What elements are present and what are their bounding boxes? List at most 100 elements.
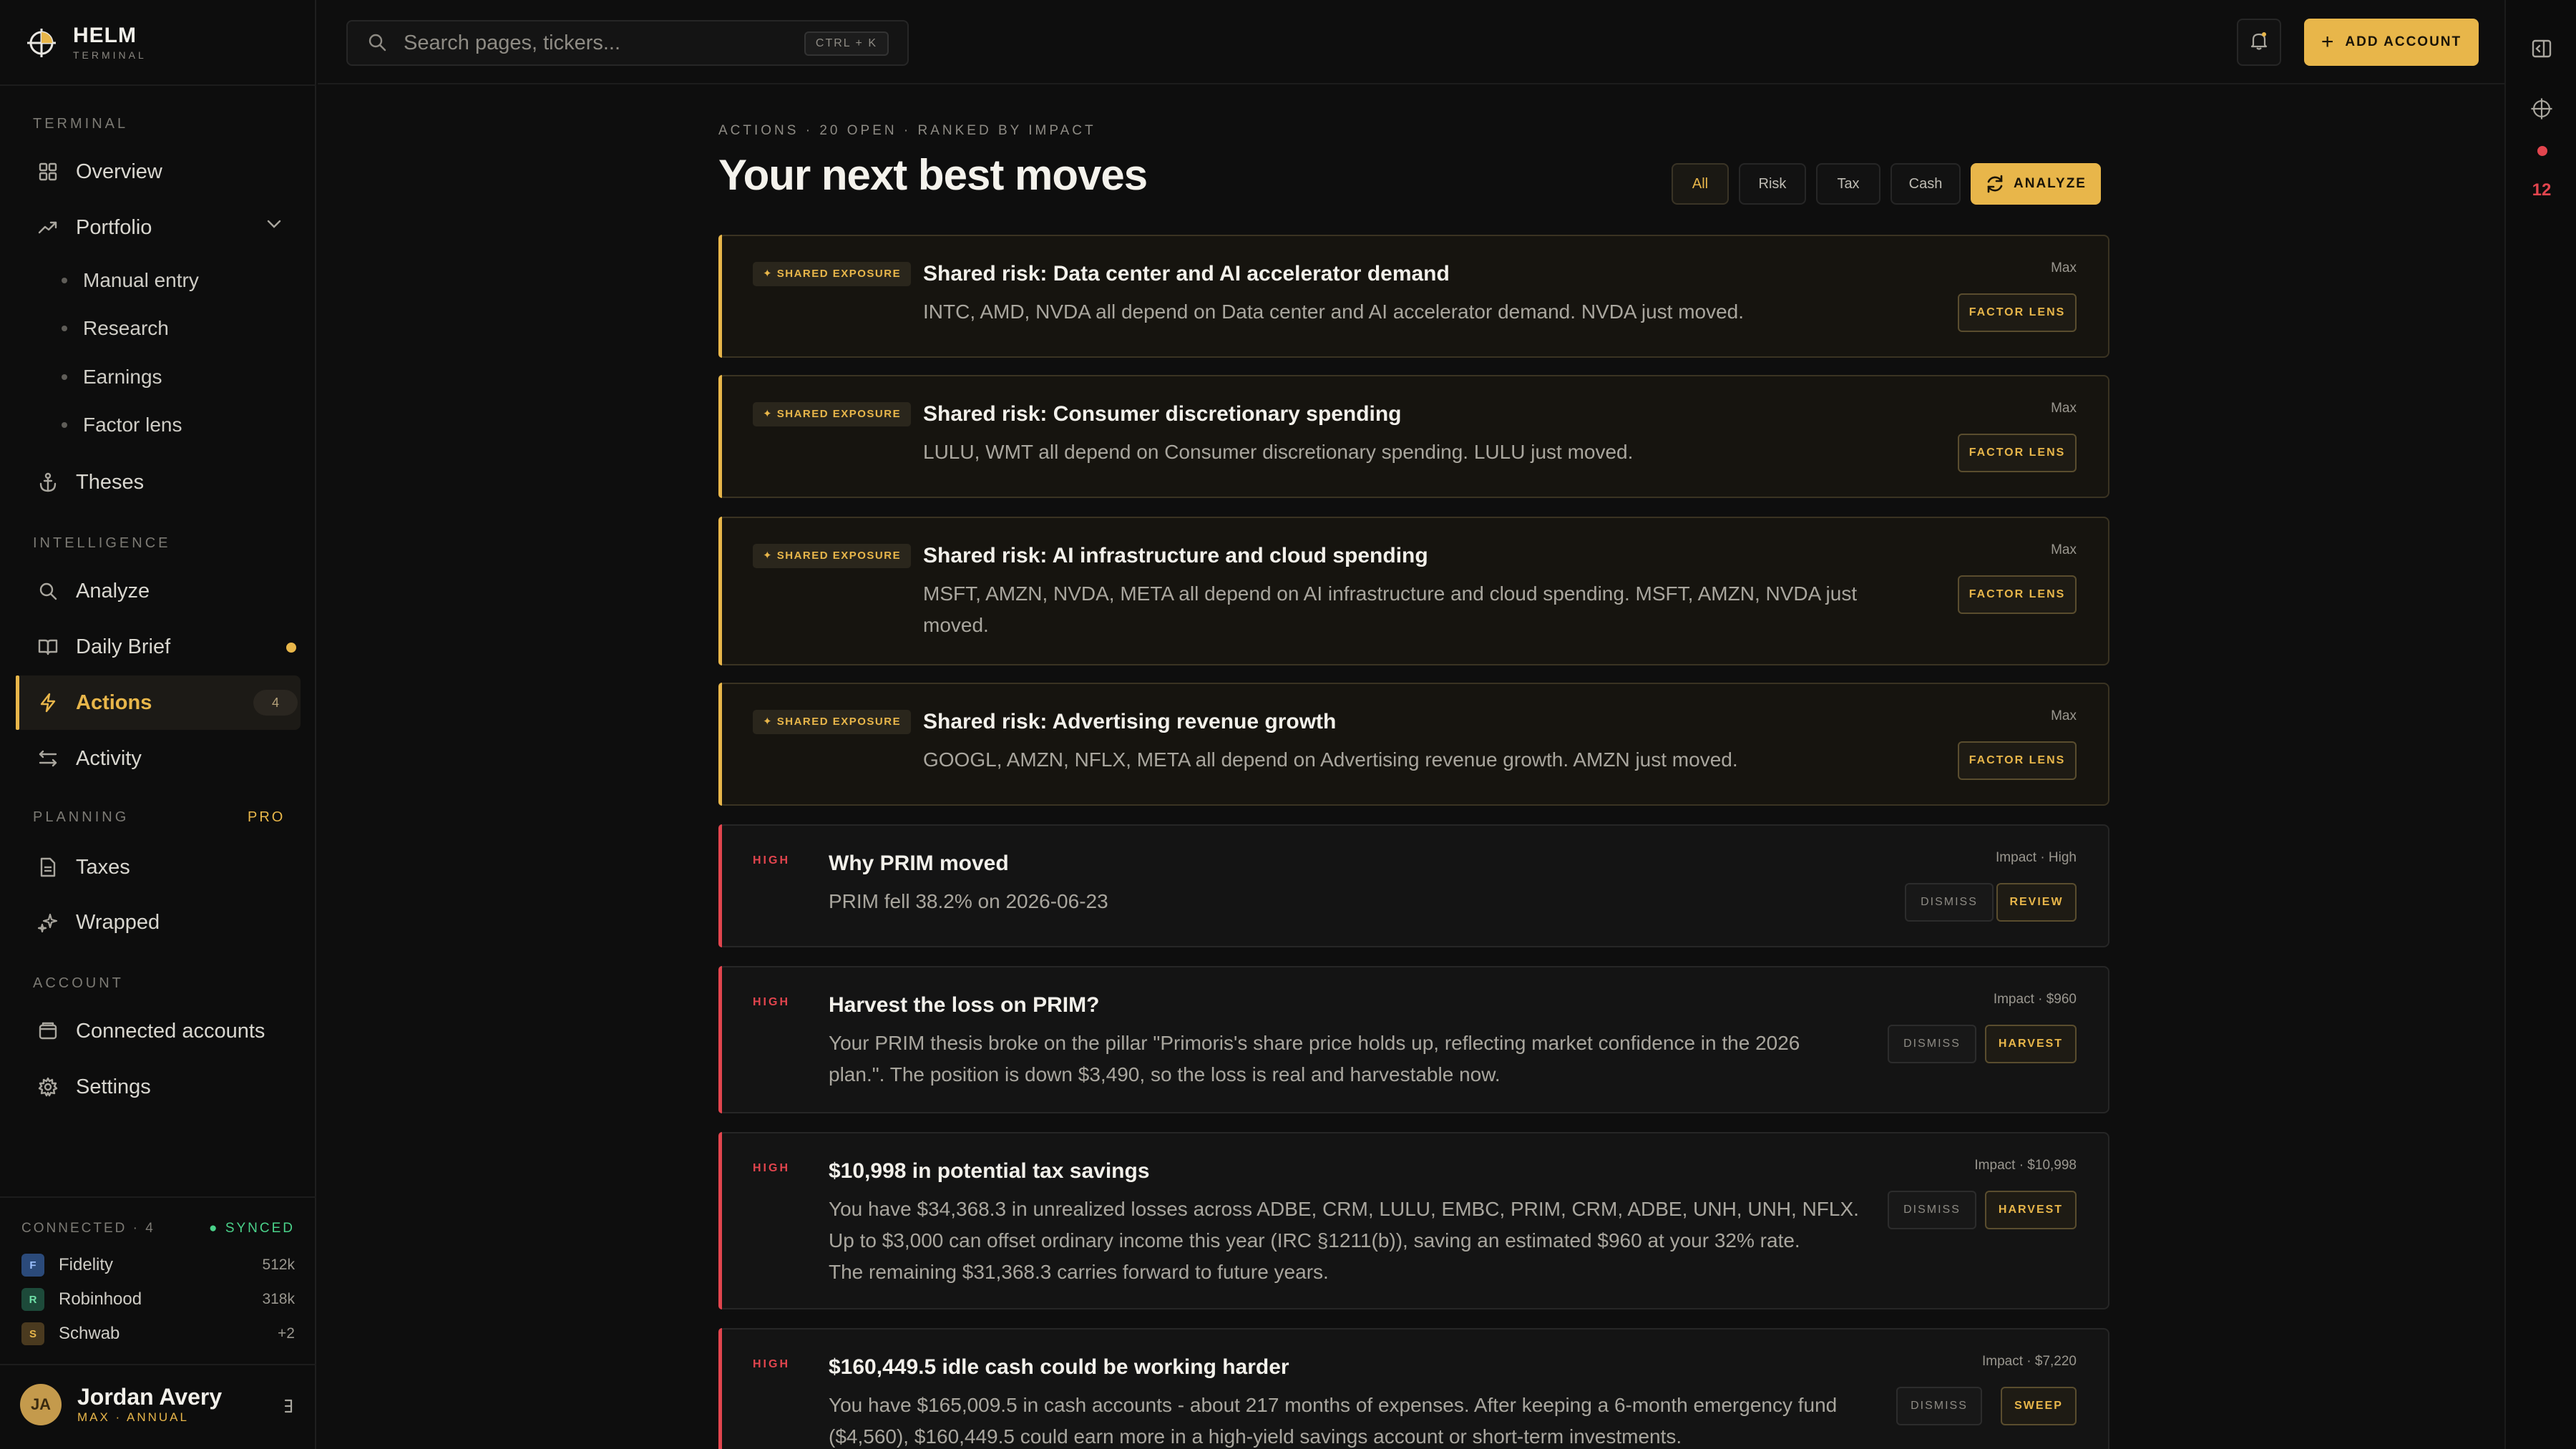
priority-tag: HIGH (753, 854, 790, 867)
account-name: Schwab (59, 1324, 120, 1343)
search-input[interactable]: Search pages, tickers... CTRL + K (346, 20, 909, 66)
sidebar-item-label: Settings (76, 1075, 151, 1098)
harvest-button[interactable]: HARVEST (1985, 1191, 2077, 1229)
sidebar-item-label: Wrapped (76, 910, 160, 934)
sidebar-item-wrapped[interactable]: Wrapped (16, 895, 301, 950)
factor-lens-button[interactable]: FACTOR LENS (1958, 293, 2077, 332)
impact-label: Max (2051, 542, 2077, 557)
panel-toggle-icon[interactable] (2530, 37, 2553, 60)
card-body-line: You have $34,368.3 in unrealized losses … (829, 1198, 1859, 1220)
impact-label: Impact · $7,220 (1981, 1354, 2077, 1369)
alert-count: 12 (2532, 180, 2552, 200)
gear-icon (37, 1076, 59, 1098)
action-card[interactable]: HIGH $10,998 in potential tax savings Yo… (718, 1132, 2109, 1309)
card-body-line: Your PRIM thesis broke on the pillar "Pr… (829, 1032, 1800, 1054)
filter-bar: All Risk Tax Cash ANALYZE (1672, 163, 2101, 205)
action-card[interactable]: HIGH Why PRIM moved PRIM fell 38.2% on 2… (718, 824, 2109, 947)
user-name: Jordan Avery (77, 1384, 223, 1410)
card-body: MSFT, AMZN, NVDA, META all depend on AI … (923, 578, 1857, 641)
analyze-button[interactable]: ANALYZE (1971, 163, 2101, 205)
sidebar-item-analyze[interactable]: Analyze (16, 564, 301, 618)
card-body-line: The remaining $31,368.3 carries forward … (829, 1261, 1329, 1283)
priority-tag: HIGH (753, 996, 790, 1008)
harvest-button[interactable]: HARVEST (1985, 1025, 2077, 1063)
sweep-button[interactable]: SWEEP (2001, 1387, 2077, 1425)
filter-tax[interactable]: Tax (1816, 163, 1880, 205)
sidebar-item-overview[interactable]: Overview (16, 145, 301, 199)
dismiss-button[interactable]: DISMISS (1905, 883, 1994, 922)
helm-logo-icon[interactable] (2530, 97, 2553, 120)
action-card[interactable]: ✦ SHARED EXPOSURE Shared risk: Consumer … (718, 375, 2109, 498)
action-card[interactable]: ✦ SHARED EXPOSURE Shared risk: AI infras… (718, 517, 2109, 665)
sidebar-subitem-factor-lens[interactable]: Factor lens (62, 414, 182, 436)
filter-all[interactable]: All (1672, 163, 1729, 205)
sidebar-item-label: Connected accounts (76, 1019, 265, 1043)
brand-name: HELM (73, 24, 137, 47)
brand[interactable]: HELM TERMINAL (26, 21, 147, 64)
filter-cash[interactable]: Cash (1890, 163, 1961, 205)
sidebar-item-label: Portfolio (76, 215, 152, 239)
card-title: Why PRIM moved (829, 852, 1009, 875)
sidebar-item-actions[interactable]: Actions 4 (16, 675, 301, 730)
sidebar-subitem-earnings[interactable]: Earnings (62, 366, 162, 389)
impact-label: Max (2051, 401, 2077, 416)
refresh-icon (1987, 175, 2003, 193)
account-row-fidelity[interactable]: F Fidelity 512k (21, 1253, 295, 1277)
dismiss-button[interactable]: DISMISS (1888, 1191, 1976, 1229)
keyboard-shortcut: CTRL + K (804, 31, 889, 56)
user-plan: MAX · ANNUAL (77, 1410, 189, 1424)
card-body: PRIM fell 38.2% on 2026-06-23 (829, 890, 1108, 912)
add-account-button[interactable]: + ADD ACCOUNT (2304, 19, 2479, 66)
action-card[interactable]: HIGH $160,449.5 idle cash could be worki… (718, 1328, 2109, 1449)
card-body-line: You have $165,009.5 in cash accounts - a… (829, 1394, 1838, 1416)
search-icon (37, 580, 59, 602)
sidebar-item-connected-accounts[interactable]: Connected accounts (16, 1004, 301, 1058)
sync-status-label: SYNCED (225, 1221, 295, 1236)
sidebar-item-portfolio[interactable]: Portfolio (16, 200, 301, 255)
card-title: Harvest the loss on PRIM? (829, 993, 1100, 1017)
sidebar-subitem-label: Research (83, 317, 169, 339)
impact-label: Impact · $10,998 (1974, 1158, 2077, 1173)
sidebar-item-daily-brief[interactable]: Daily Brief (16, 620, 301, 674)
notifications-button[interactable] (2237, 19, 2281, 66)
factor-lens-button[interactable]: FACTOR LENS (1958, 741, 2077, 780)
unread-dot (286, 643, 296, 653)
review-button[interactable]: REVIEW (1996, 883, 2077, 922)
card-body: INTC, AMD, NVDA all depend on Data cente… (923, 301, 1745, 323)
sidebar-item-theses[interactable]: Theses (16, 455, 301, 509)
user-menu-icon[interactable] (283, 1397, 293, 1415)
impact-label: Impact · High (1996, 850, 2077, 865)
card-body-line: Up to $3,000 can offset ordinary income … (829, 1229, 1800, 1252)
sidebar-item-settings[interactable]: Settings (16, 1060, 301, 1114)
user-profile[interactable]: JA Jordan Avery MAX · ANNUAL (20, 1384, 222, 1425)
wallet-icon (37, 1020, 59, 1042)
card-title: Shared risk: AI infrastructure and cloud… (923, 544, 1428, 567)
sidebar-item-label: Actions (76, 691, 152, 714)
factor-lens-button[interactable]: FACTOR LENS (1958, 575, 2077, 614)
dismiss-button[interactable]: DISMISS (1888, 1025, 1976, 1063)
sidebar-subitem-research[interactable]: Research (62, 317, 169, 340)
sidebar-item-activity[interactable]: Activity (16, 731, 301, 786)
action-card[interactable]: ✦ SHARED EXPOSURE Shared risk: Advertisi… (718, 683, 2109, 806)
impact-label: Max (2051, 260, 2077, 275)
lightning-icon (37, 692, 59, 713)
sidebar: HELM TERMINAL TERMINAL Overview Portfoli… (0, 0, 316, 1449)
sidebar-subitem-label: Manual entry (83, 269, 199, 291)
action-card[interactable]: ✦ SHARED EXPOSURE Shared risk: Data cent… (718, 235, 2109, 358)
sidebar-item-label: Overview (76, 160, 162, 183)
action-card[interactable]: HIGH Harvest the loss on PRIM? Your PRIM… (718, 966, 2109, 1113)
connected-label: CONNECTED · 4 (21, 1221, 155, 1236)
chevron-down-icon[interactable] (266, 219, 282, 233)
account-row-robinhood[interactable]: R Robinhood 318k (21, 1287, 295, 1312)
actions-count-badge: 4 (253, 690, 298, 716)
factor-lens-button[interactable]: FACTOR LENS (1958, 434, 2077, 472)
card-title: $160,449.5 idle cash could be working ha… (829, 1355, 1289, 1379)
filter-risk[interactable]: Risk (1739, 163, 1806, 205)
dismiss-button[interactable]: DISMISS (1896, 1387, 1982, 1425)
sidebar-item-taxes[interactable]: Taxes (16, 840, 301, 894)
sidebar-item-label: Daily Brief (76, 635, 171, 658)
card-title: $10,998 in potential tax savings (829, 1159, 1150, 1183)
sidebar-subitem-manual-entry[interactable]: Manual entry (62, 269, 199, 292)
account-badge: F (21, 1254, 44, 1277)
account-row-schwab[interactable]: S Schwab +2 (21, 1322, 295, 1346)
